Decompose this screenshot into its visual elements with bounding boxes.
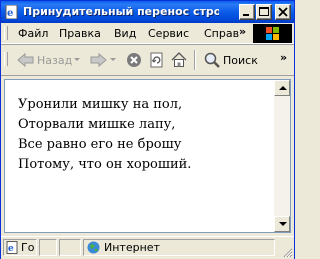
menu-view[interactable]: Вид [114,27,136,40]
page-content-area: Уронили мишку на пол, Оторвали мишке лап… [4,79,291,233]
svg-text:e: e [7,8,13,19]
status-pane-zone: Интернет [83,239,275,256]
standard-toolbar: Назад Поиск » [1,44,294,76]
back-arrow-icon[interactable] [17,52,35,68]
status-bar: e Го Интернет [1,236,294,259]
poem-line: Уронили мишку на пол, [18,97,183,112]
poem-line: Все равно его не брошу [18,137,182,152]
refresh-icon[interactable] [149,52,165,68]
search-magnifier-icon[interactable] [204,52,220,68]
menu-tools[interactable]: Сервис [148,27,189,40]
arrow-down-icon [279,222,287,226]
window-title: Принудительный перенос строки - Mi [23,5,219,18]
menu-edit[interactable]: Правка [59,27,101,40]
maximize-button[interactable] [256,4,272,20]
back-dropdown-icon[interactable] [74,58,80,62]
close-icon [278,7,288,17]
back-button-label[interactable]: Назад [37,54,72,67]
menu-help[interactable]: Справ [204,27,239,40]
forward-dropdown-icon[interactable] [110,58,116,62]
poem-text: Уронили мишку на пол, Оторвали мишке лап… [18,95,191,175]
menu-overflow-chevron[interactable]: » [239,25,246,38]
ie-page-icon: e [5,5,18,19]
home-icon[interactable] [171,52,187,68]
poem-line: Оторвали мишке лапу, [18,117,176,132]
windows-logo [253,24,292,43]
scroll-down-button[interactable] [274,216,290,232]
arrow-up-icon [279,86,287,90]
internet-globe-icon [87,241,100,254]
minimize-button[interactable] [239,4,255,20]
minimize-icon [243,14,249,16]
resize-grip-icon[interactable] [281,246,293,258]
svg-text:e: e [8,244,14,254]
title-bar: e Принудительный перенос строки - Mi [1,1,294,23]
status-text: Го [21,241,35,254]
vertical-scrollbar[interactable] [274,80,290,232]
page-status-icon: e [6,241,18,254]
status-pane-empty-1 [39,239,57,256]
menu-bar: Файл Правка Вид Сервис Справ » [1,23,294,44]
stop-icon[interactable] [126,52,142,68]
toolbar-separator [194,50,196,70]
maximize-icon [259,7,269,16]
close-button[interactable] [275,4,291,20]
menu-grip [4,26,8,40]
security-zone-label: Интернет [104,241,160,254]
scroll-up-button[interactable] [274,80,290,96]
toolbar-overflow-chevron[interactable]: » [280,51,287,64]
poem-line: Потому, что он хороший. [18,157,192,172]
browser-window: e Принудительный перенос строки - Mi Фай… [0,0,295,259]
toolbar-grip [4,52,8,66]
search-button-label[interactable]: Поиск [223,54,258,67]
menu-file[interactable]: Файл [18,27,48,40]
status-pane-main: e Го [3,239,37,256]
status-pane-empty-2 [59,239,81,256]
forward-arrow-icon[interactable] [89,52,107,68]
windows-flag-icon [266,27,279,40]
